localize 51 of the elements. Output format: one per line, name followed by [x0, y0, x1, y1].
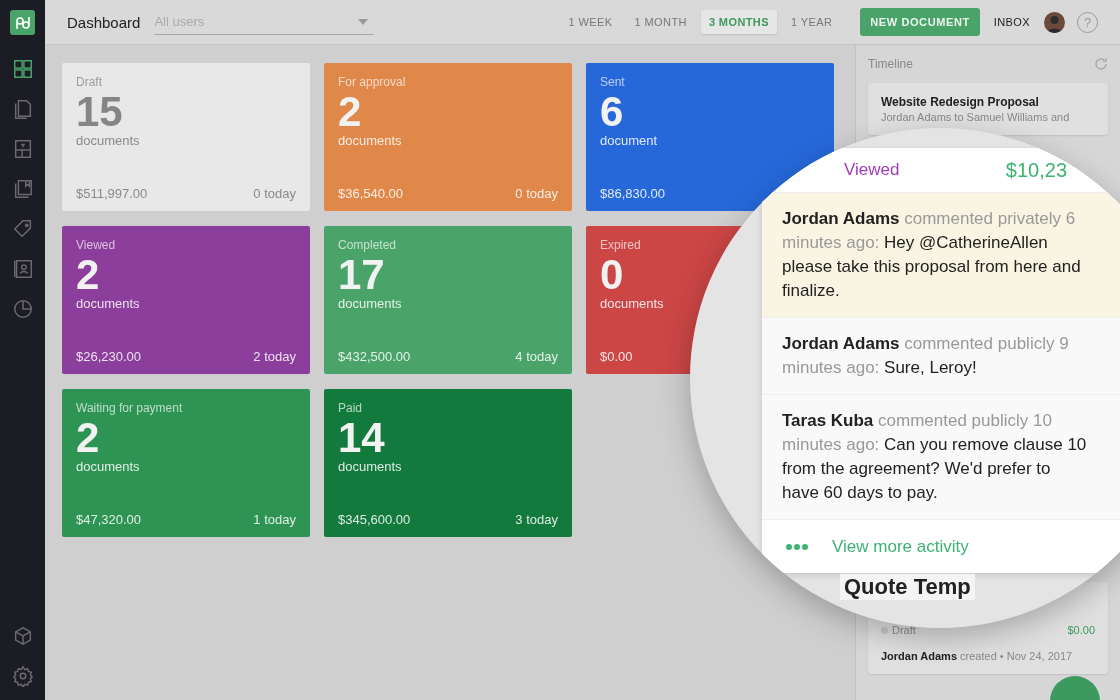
card-status: Paid	[338, 401, 363, 415]
card-today: 0 today	[515, 186, 558, 201]
timeline-title: Timeline	[868, 57, 913, 71]
card-count: 15	[76, 89, 123, 135]
card-today: 3 today	[515, 512, 558, 527]
card-amount: $345,600.00	[338, 512, 411, 527]
card-today: 0 today	[253, 186, 296, 201]
card-amount: $432,500.00	[338, 349, 411, 364]
card-count: 2	[76, 252, 100, 298]
comment: Jordan Adams commented privately 6 minutes ago: Hey @CatherineAllen please take this proposal from here and finalize.	[762, 192, 1120, 317]
card-count: 14	[338, 415, 385, 461]
card-status: Expired	[600, 238, 641, 252]
card-unit: documents	[338, 296, 402, 311]
card-unit: documents	[338, 459, 402, 474]
card-unit: documents	[600, 296, 664, 311]
document-status: Draft	[881, 624, 916, 636]
card-unit: documents	[338, 133, 402, 148]
card-unit: document	[600, 133, 658, 148]
card-count: 6	[600, 89, 624, 135]
card-amount: $0.00	[600, 349, 633, 364]
card-status: Viewed	[76, 238, 116, 252]
card-count: 2	[76, 415, 100, 461]
page-title: Dashboard	[67, 13, 141, 31]
document-status: Viewed	[844, 160, 900, 180]
document-amount: $10,23	[1005, 158, 1067, 182]
comment: Taras Kuba commented publicly 10 minutes ago: Can you remove clause 10 from the agreement? We'd prefer to have 60 days to pay.	[762, 394, 1120, 519]
card-amount: $36,540.00	[338, 186, 404, 201]
document-amount: $0.00	[1067, 624, 1095, 636]
document-title: Quote Temp	[840, 574, 975, 600]
card-status: For approval	[338, 75, 406, 89]
card-unit: documents	[76, 296, 140, 311]
card-count: 2	[338, 89, 362, 135]
card-status: Sent	[600, 75, 625, 89]
card-unit: documents	[76, 133, 140, 148]
document-recipients: Jordan Adams to Samuel Williams and	[881, 111, 1071, 123]
comment: Jordan Adams commented publicly 9 minutes ago: Sure, Leroy!	[762, 317, 1120, 394]
card-amount: $86,830.00	[600, 186, 666, 201]
document-title: Website Redesign Proposal	[881, 95, 1040, 109]
card-today: 1 today	[253, 512, 296, 527]
card-count: 17	[338, 252, 385, 298]
card-count: 0	[600, 252, 624, 298]
activity-text: Jordan Adams created • Nov 24, 2017	[881, 650, 1074, 662]
card-status: Draft	[76, 75, 102, 89]
card-status: Completed	[338, 238, 397, 252]
card-amount: $47,320.00	[76, 512, 142, 527]
card-status: Waiting for payment	[76, 401, 183, 415]
card-today: 4 today	[515, 349, 558, 364]
card-today: 2 today	[253, 349, 296, 364]
card-amount: $511,997.00	[76, 186, 148, 201]
card-unit: documents	[76, 459, 140, 474]
card-amount: $26,230.00	[76, 349, 142, 364]
